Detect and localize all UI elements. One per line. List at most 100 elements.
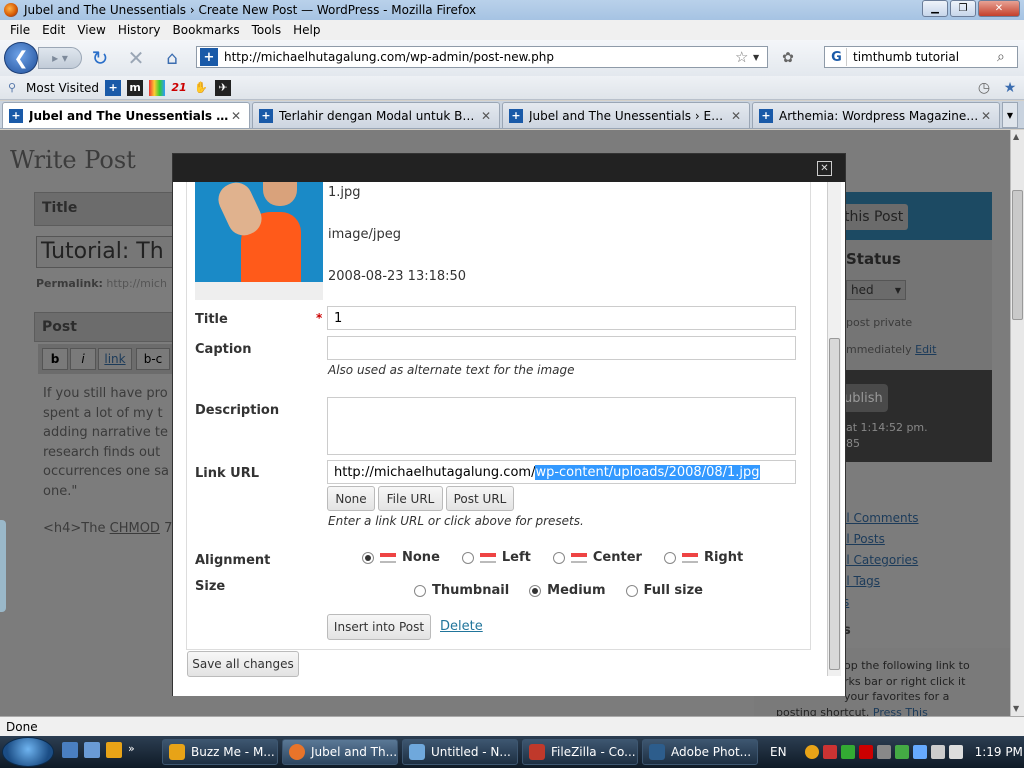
page-scrollbar-thumb[interactable] — [1012, 190, 1023, 320]
size-medium-label[interactable]: Medium — [547, 583, 605, 598]
blockquote-button[interactable]: b-c — [136, 348, 170, 370]
insert-into-post-button[interactable]: Insert into Post — [327, 614, 431, 640]
bookmark-21-icon[interactable]: 21 — [171, 80, 187, 96]
modal-scrollbar-thumb[interactable] — [829, 338, 840, 670]
maximize-button[interactable]: ❐ — [950, 0, 976, 17]
address-bar[interactable]: + http://michaelhutagalung.com/wp-admin/… — [196, 46, 768, 68]
tray-app-icon[interactable] — [876, 745, 891, 759]
size-full-label[interactable]: Full size — [644, 583, 704, 598]
align-right-radio[interactable] — [663, 551, 676, 564]
search-bar[interactable]: G timthumb tutorial ⌕ — [824, 46, 1018, 68]
menu-tools[interactable]: Tools — [246, 23, 288, 37]
modal-scrollbar[interactable] — [827, 182, 841, 676]
publish-button[interactable]: ublish — [840, 384, 888, 412]
delete-link[interactable]: Delete — [440, 619, 483, 634]
taskbar-notepad[interactable]: Untitled - N... — [402, 739, 518, 765]
scroll-up-icon[interactable]: ▲ — [1013, 132, 1019, 141]
tab-edit-comments[interactable]: + Jubel and The Unessentials › Edit Co..… — [502, 102, 750, 128]
quick-launch-more-icon[interactable]: » — [128, 742, 135, 758]
save-all-changes-button[interactable]: Save all changes — [187, 651, 299, 677]
menu-history[interactable]: History — [112, 23, 167, 37]
tray-network-icon[interactable] — [894, 745, 909, 759]
link-none-button[interactable]: None — [327, 486, 375, 511]
bookmark-most-visited[interactable]: Most Visited — [26, 81, 99, 95]
align-left-radio[interactable] — [461, 551, 474, 564]
home-icon[interactable]: ⌂ — [162, 48, 182, 69]
tray-antivirus-icon[interactable] — [822, 745, 837, 759]
close-tab-icon[interactable]: ✕ — [229, 109, 243, 123]
link-posts[interactable]: ll Posts — [843, 529, 919, 550]
taskbar-photoshop[interactable]: Adobe Phot... — [642, 739, 758, 765]
menu-edit[interactable]: Edit — [36, 23, 71, 37]
bookmark-hand-icon[interactable]: ✋ — [193, 80, 209, 96]
show-desktop-icon[interactable] — [62, 742, 78, 758]
page-scrollbar[interactable]: ▲ ▼ — [1010, 130, 1024, 716]
search-input[interactable]: timthumb tutorial — [847, 50, 997, 64]
align-left-label[interactable]: Left — [502, 550, 531, 565]
tray-k-icon[interactable] — [858, 745, 873, 759]
menu-bookmarks[interactable]: Bookmarks — [167, 23, 246, 37]
bookmark-bars-icon[interactable] — [149, 79, 166, 96]
close-tab-icon[interactable]: ✕ — [979, 109, 993, 123]
switch-windows-icon[interactable] — [84, 742, 100, 758]
link-tags[interactable]: ll Tags — [843, 571, 919, 592]
size-medium-radio[interactable] — [529, 584, 542, 597]
reload-icon[interactable]: ↻ — [90, 46, 110, 70]
tray-power-icon[interactable] — [948, 745, 963, 759]
edit-timestamp-link[interactable]: Edit — [915, 343, 936, 356]
google-engine-icon[interactable]: G — [827, 48, 847, 66]
permalink-value[interactable]: http://mich — [106, 277, 167, 290]
back-button[interactable]: ❮ — [4, 42, 38, 74]
tray-monitor-icon[interactable] — [912, 745, 927, 759]
link-file-url-button[interactable]: File URL — [378, 486, 443, 511]
media-description-textarea[interactable] — [327, 397, 796, 455]
align-right-label[interactable]: Right — [704, 550, 743, 565]
address-dropdown-icon[interactable]: ▼ — [753, 53, 767, 62]
size-thumbnail-label[interactable]: Thumbnail — [432, 583, 509, 598]
post-body-text[interactable]: If you still have pro spent a lot of my … — [43, 384, 169, 501]
menu-file[interactable]: File — [4, 23, 36, 37]
post-title-input[interactable]: Tutorial: Th — [36, 236, 176, 268]
align-none-label[interactable]: None — [402, 550, 440, 565]
side-handle[interactable] — [0, 520, 6, 612]
preview-post-button[interactable]: this Post — [840, 204, 908, 230]
tab-list-dropdown-icon[interactable]: ▼ — [1002, 102, 1018, 128]
bold-button[interactable]: b — [42, 348, 68, 370]
media-player-icon[interactable] — [106, 742, 122, 758]
link-button[interactable]: link — [98, 348, 132, 370]
bookmark-star-icon[interactable]: ☆ — [735, 48, 753, 66]
link-post-url-button[interactable]: Post URL — [446, 486, 514, 511]
media-title-input[interactable]: 1 — [327, 306, 796, 330]
align-center-radio[interactable] — [552, 551, 565, 564]
scroll-down-icon[interactable]: ▼ — [1013, 704, 1019, 713]
stop-icon[interactable]: ✕ — [126, 46, 146, 70]
addon-icon[interactable]: ✿ — [778, 48, 798, 68]
tray-shield-icon[interactable] — [840, 745, 855, 759]
close-tab-icon[interactable]: ✕ — [479, 109, 493, 123]
menu-help[interactable]: Help — [287, 23, 326, 37]
bookmark-m-icon[interactable]: m — [127, 79, 144, 96]
modal-close-icon[interactable]: ✕ — [817, 161, 832, 176]
tab-arthemia[interactable]: + Arthemia: Wordpress Magazine The... ✕ — [752, 102, 1000, 128]
size-full-radio[interactable] — [625, 584, 638, 597]
align-center-label[interactable]: Center — [593, 550, 642, 565]
bookmark-bird-icon[interactable]: ✈ — [215, 79, 232, 96]
link-categories[interactable]: ll Categories — [843, 550, 919, 571]
size-thumbnail-radio[interactable] — [414, 584, 426, 597]
taskbar-clock[interactable]: 1:19 PM — [975, 745, 1023, 759]
tray-volume-icon[interactable] — [930, 745, 945, 759]
media-caption-input[interactable] — [327, 336, 796, 360]
minimize-button[interactable]: ▁ — [922, 0, 948, 17]
status-select[interactable]: hed ▼ — [846, 280, 906, 300]
language-indicator[interactable]: EN — [770, 745, 787, 759]
taskbar-firefox[interactable]: Jubel and Th... — [282, 739, 398, 765]
address-url[interactable]: http://michaelhutagalung.com/wp-admin/po… — [224, 50, 735, 64]
italic-button[interactable]: i — [70, 348, 96, 370]
clock-addon-icon[interactable]: ◷ — [974, 78, 994, 98]
taskbar-buzz-me[interactable]: Buzz Me - M... — [162, 739, 278, 765]
press-this-link[interactable]: Press This — [873, 706, 928, 717]
link-comments[interactable]: ll Comments — [843, 508, 919, 529]
menu-view[interactable]: View — [71, 23, 111, 37]
close-tab-icon[interactable]: ✕ — [729, 109, 743, 123]
star-addon-icon[interactable]: ★ — [1000, 78, 1020, 98]
